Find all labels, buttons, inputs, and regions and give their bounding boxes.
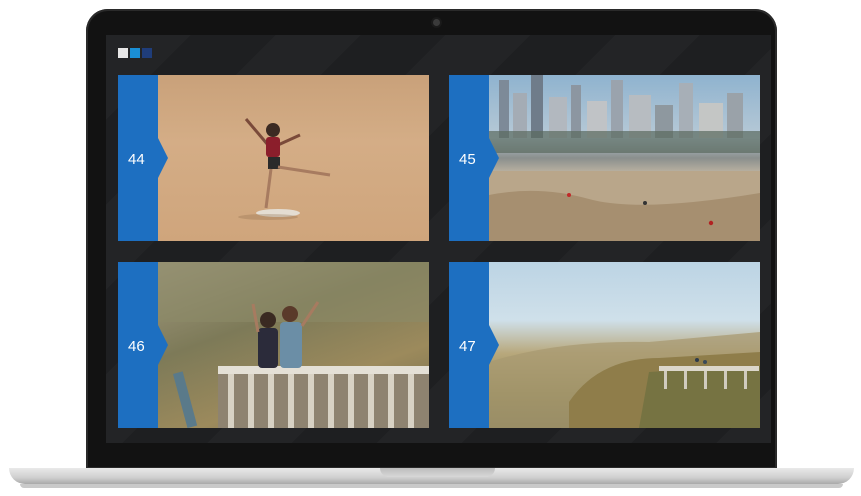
indicator-square-navy (142, 48, 152, 58)
laptop-screen: 44 45 46 47 (106, 35, 771, 443)
indicator-square-blue (130, 48, 140, 58)
photo-tile-44[interactable]: 44 (118, 75, 429, 241)
photo-tile-47[interactable]: 47 (449, 262, 760, 428)
webcam-icon (433, 19, 440, 26)
slide-number: 44 (128, 151, 145, 168)
laptop-notch (380, 468, 495, 477)
photo-tile-45[interactable]: 45 (449, 75, 760, 241)
laptop-foot (20, 484, 843, 488)
slide-number: 46 (128, 338, 145, 355)
indicator-squares (118, 48, 152, 58)
indicator-square-light (118, 48, 128, 58)
photo-tile-46[interactable]: 46 (118, 262, 429, 428)
slide-number: 47 (459, 338, 476, 355)
slide-number: 45 (459, 151, 476, 168)
